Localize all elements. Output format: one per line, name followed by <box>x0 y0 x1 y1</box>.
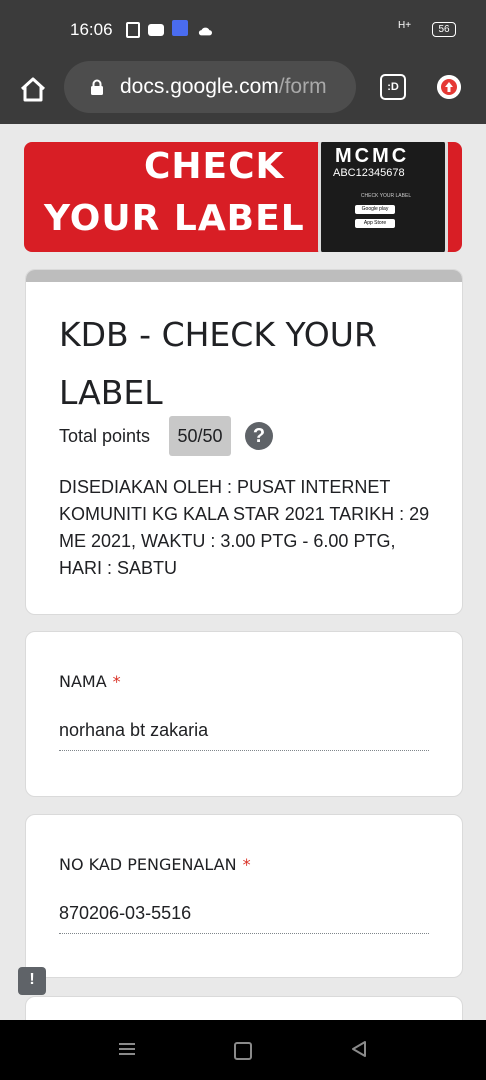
phone-code: ABC12345678 <box>333 167 405 179</box>
app-icon <box>172 20 188 36</box>
points-value: 50/50 <box>169 416 231 456</box>
form-title: KDB - CHECK YOUR LABEL <box>59 315 377 412</box>
question-card: NAMA * norhana bt zakaria <box>25 631 463 797</box>
url-text: docs.google.com/form <box>120 75 327 99</box>
update-icon[interactable] <box>437 75 461 99</box>
header-banner-image: CHECK YOUR LABEL MCMC ABC12345678 CHECK … <box>24 142 462 252</box>
form-description: DISEDIAKAN OLEH : PUSAT INTERNET KOMUNIT… <box>59 477 430 578</box>
status-time: 16:06 <box>70 20 113 39</box>
url-path: /form <box>278 75 327 98</box>
address-bar[interactable]: docs.google.com/form <box>64 61 356 113</box>
question-title: NAMA <box>59 672 107 691</box>
home-icon[interactable] <box>18 74 48 104</box>
home-nav-icon[interactable] <box>234 1042 252 1060</box>
question-card: NO KAD PENGENALAN * 870206-03-5516 <box>25 814 463 978</box>
question-label: NO KAD PENGENALAN * <box>59 855 251 874</box>
recent-apps-icon[interactable] <box>118 1042 136 1056</box>
battery-indicator: 56 <box>432 22 456 37</box>
card-accent-bar <box>26 270 462 282</box>
form-header-card: KDB - CHECK YOUR LABEL Total points 50/5… <box>25 269 463 615</box>
question-card <box>25 996 463 1020</box>
page-content: CHECK YOUR LABEL MCMC ABC12345678 CHECK … <box>0 124 486 1020</box>
question-title: NO KAD PENGENALAN <box>59 855 237 874</box>
banner-line1: CHECK <box>144 146 285 187</box>
required-asterisk: * <box>112 672 121 691</box>
google-play-badge: Google play <box>355 205 395 214</box>
system-nav-bar <box>0 1020 486 1080</box>
url-domain: docs.google.com <box>120 75 279 98</box>
signal-indicator: H+ <box>398 20 412 31</box>
question-label: NAMA * <box>59 672 121 691</box>
shopee-icon <box>126 22 140 38</box>
phone-caption: CHECK YOUR LABEL <box>360 193 412 199</box>
phone-graphic: MCMC ABC12345678 CHECK YOUR LABEL Google… <box>318 142 448 252</box>
report-feedback-icon[interactable]: ! <box>18 967 46 995</box>
app-store-badge: App Store <box>355 219 395 228</box>
points-label: Total points <box>59 426 151 446</box>
help-icon[interactable]: ? <box>245 422 273 450</box>
browser-toolbar: docs.google.com/form :D <box>0 58 486 124</box>
youtube-icon <box>148 24 164 36</box>
lock-icon <box>91 79 103 95</box>
answer-field[interactable]: norhana bt zakaria <box>59 720 429 751</box>
answer-field[interactable]: 870206-03-5516 <box>59 903 429 934</box>
banner-line2: YOUR LABEL <box>44 198 305 239</box>
tab-switcher-button[interactable]: :D <box>380 74 406 100</box>
back-icon[interactable] <box>350 1040 368 1058</box>
status-bar: 16:06 H+ 56 <box>0 0 486 58</box>
phone-brand: MCMC <box>335 145 410 167</box>
required-asterisk: * <box>242 855 251 874</box>
cloud-icon <box>198 27 212 36</box>
